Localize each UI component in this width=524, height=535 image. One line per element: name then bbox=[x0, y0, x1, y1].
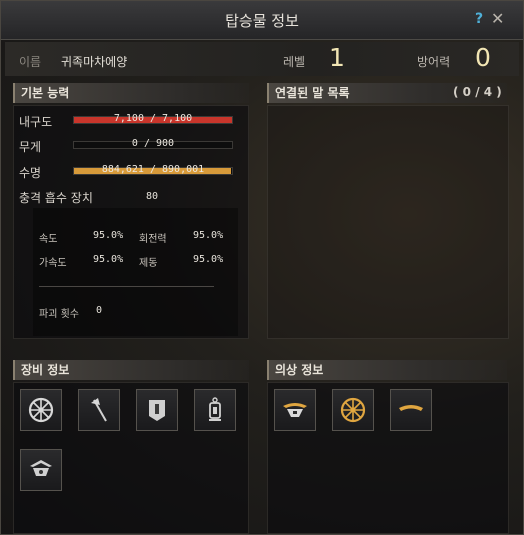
costume-header: 의상 정보 bbox=[267, 360, 507, 380]
wheel-icon bbox=[340, 397, 366, 423]
axe-icon bbox=[91, 398, 107, 422]
brake-label: 제동 bbox=[139, 258, 158, 269]
brake-value: 95.0% bbox=[193, 254, 224, 265]
name-value: 귀족마차에양 bbox=[61, 55, 128, 69]
canopy-icon bbox=[283, 403, 307, 417]
equip-slot-wheel[interactable] bbox=[20, 389, 62, 431]
equip-slot-banner[interactable] bbox=[136, 389, 178, 431]
wheel-icon bbox=[28, 397, 54, 423]
equipment-header: 장비 정보 bbox=[13, 360, 249, 380]
title-bar[interactable]: 탑승물 정보 ? ✕ bbox=[1, 1, 523, 40]
durability-text: 7,100 / 7,100 bbox=[113, 113, 193, 124]
banner-icon bbox=[149, 400, 165, 421]
level-label: 레벨 bbox=[283, 55, 306, 69]
level-value: 1 bbox=[329, 43, 345, 72]
shock-absorber-value: 80 bbox=[146, 191, 159, 202]
close-icon[interactable]: ✕ bbox=[491, 9, 504, 28]
costume-slot-ornament[interactable] bbox=[390, 389, 432, 431]
equip-slot-flag[interactable] bbox=[20, 449, 62, 491]
lifespan-label: 수명 bbox=[19, 166, 42, 180]
defense-label: 방어력 bbox=[417, 55, 451, 69]
costume-slot-wheel[interactable] bbox=[332, 389, 374, 431]
linked-horses-title: 연결된 말 목록 bbox=[275, 86, 350, 100]
shock-absorber-label: 충격 흡수 장치 bbox=[19, 191, 93, 205]
speed-label: 속도 bbox=[39, 234, 58, 245]
destroy-count-label: 파괴 횟수 bbox=[39, 309, 79, 320]
defense-value: 0 bbox=[475, 43, 491, 72]
weight-label: 무게 bbox=[19, 140, 42, 154]
mount-info-window: 탑승물 정보 ? ✕ 이름 귀족마차에양 레벨 1 방어력 0 기본 능력 내구… bbox=[0, 0, 524, 535]
equip-slot-axe[interactable] bbox=[78, 389, 120, 431]
destroy-count-value: 0 bbox=[96, 305, 103, 316]
accel-value: 95.0% bbox=[93, 254, 124, 265]
accel-label: 가속도 bbox=[39, 258, 67, 269]
window-title: 탑승물 정보 bbox=[225, 12, 299, 30]
equip-slot-lantern[interactable] bbox=[194, 389, 236, 431]
basic-ability-header: 기본 능력 bbox=[13, 83, 249, 103]
name-label: 이름 bbox=[19, 55, 42, 69]
turn-value: 95.0% bbox=[193, 230, 224, 241]
ornament-icon bbox=[399, 405, 423, 411]
lifespan-text: 884,621 / 890,001 bbox=[101, 164, 205, 175]
weight-text: 0 / 900 bbox=[131, 138, 175, 149]
flag-icon bbox=[30, 460, 52, 476]
help-icon[interactable]: ? bbox=[475, 11, 483, 27]
stats-divider bbox=[39, 286, 214, 287]
speed-value: 95.0% bbox=[93, 230, 124, 241]
durability-label: 내구도 bbox=[19, 115, 53, 129]
linked-horses-count: ( 0 / 4 ) bbox=[453, 85, 502, 99]
turn-label: 회전력 bbox=[139, 234, 167, 245]
linked-horses-list[interactable] bbox=[267, 105, 509, 339]
costume-slot-canopy[interactable] bbox=[274, 389, 316, 431]
lantern-icon bbox=[209, 397, 221, 421]
